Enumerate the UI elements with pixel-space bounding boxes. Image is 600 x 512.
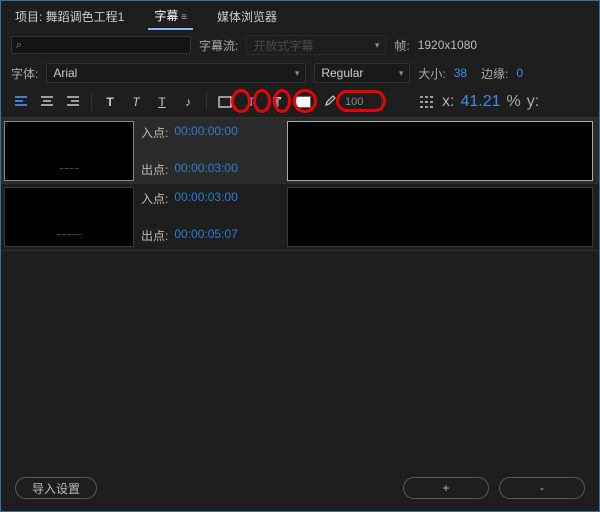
row-stream: ⌕ 字幕流: 开放式字幕 ▾ 帧: 1920x1080 bbox=[1, 31, 599, 59]
stream-label: 字幕流: bbox=[199, 37, 238, 54]
caption-times: 入点: 00:00:00:00 出点: 00:00:03:00 bbox=[137, 118, 287, 184]
separator bbox=[91, 93, 92, 111]
underline-button[interactable]: T bbox=[152, 92, 172, 112]
in-timecode[interactable]: 00:00:03:00 bbox=[174, 190, 237, 207]
chevron-down-icon: ▾ bbox=[399, 68, 404, 79]
eyedropper-button[interactable] bbox=[319, 92, 339, 112]
in-label: 入点: bbox=[141, 124, 168, 141]
separator bbox=[381, 93, 382, 111]
edge-label: 边缘: bbox=[481, 65, 508, 82]
separator bbox=[206, 93, 207, 111]
align-left-button[interactable] bbox=[11, 92, 31, 112]
remove-caption-button[interactable]: - bbox=[499, 477, 585, 499]
import-settings-button[interactable]: 导入设置 bbox=[15, 477, 97, 499]
stream-value: 开放式字幕 bbox=[253, 37, 313, 54]
alignment-grid-button[interactable] bbox=[416, 92, 436, 112]
x-value[interactable]: 41.21 bbox=[460, 93, 500, 111]
align-center-button[interactable] bbox=[37, 92, 57, 112]
add-caption-button[interactable]: + bbox=[403, 477, 489, 499]
pct-label: % bbox=[507, 93, 521, 111]
caption-toolbar: T T T ♪ T T 100 x: 41.21 % y: bbox=[1, 87, 599, 117]
font-family-value: Arial bbox=[53, 66, 77, 80]
caption-row[interactable]: — — — — 入点: 00:00:00:00 出点: 00:00:03:00 bbox=[1, 118, 599, 184]
search-icon: ⌕ bbox=[16, 39, 22, 52]
footer-bar: 导入设置 + - bbox=[1, 477, 599, 499]
font-style-value: Regular bbox=[321, 66, 363, 80]
out-timecode[interactable]: 00:00:05:07 bbox=[174, 227, 237, 244]
caption-list: — — — — 入点: 00:00:00:00 出点: 00:00:03:00 — … bbox=[1, 117, 599, 251]
music-note-button[interactable]: ♪ bbox=[178, 92, 198, 112]
size-value[interactable]: 38 bbox=[454, 66, 467, 80]
caption-text-preview[interactable] bbox=[287, 187, 593, 247]
size-label: 大小: bbox=[418, 65, 445, 82]
in-label: 入点: bbox=[141, 190, 168, 207]
caption-thumbnail[interactable]: — — — — bbox=[4, 121, 134, 181]
x-label: x: bbox=[442, 93, 454, 111]
tab-project[interactable]: 项目: 舞蹈调色工程1 bbox=[9, 4, 130, 29]
caption-row[interactable]: — — — — — 入点: 00:00:03:00 出点: 00:00:05:07 bbox=[1, 184, 599, 250]
frame-value: 1920x1080 bbox=[418, 38, 477, 52]
panel-tabs: 项目: 舞蹈调色工程1 字幕 媒体浏览器 bbox=[1, 1, 599, 31]
tab-media-browser[interactable]: 媒体浏览器 bbox=[211, 4, 283, 29]
caption-times: 入点: 00:00:03:00 出点: 00:00:05:07 bbox=[137, 184, 287, 250]
y-label: y: bbox=[527, 93, 539, 111]
caption-text-preview[interactable] bbox=[287, 121, 593, 181]
in-timecode[interactable]: 00:00:00:00 bbox=[174, 124, 237, 141]
bg-box-button[interactable] bbox=[215, 92, 235, 112]
tab-captions[interactable]: 字幕 bbox=[148, 3, 193, 30]
color-swatch-button[interactable] bbox=[293, 92, 313, 112]
text-outline-button[interactable]: T bbox=[267, 92, 287, 112]
stream-dropdown[interactable]: 开放式字幕 ▾ bbox=[246, 35, 386, 55]
color-swatch bbox=[295, 96, 311, 108]
bold-button[interactable]: T bbox=[100, 92, 120, 112]
out-label: 出点: bbox=[141, 161, 168, 178]
edge-value[interactable]: 0 bbox=[516, 66, 523, 80]
search-input[interactable]: ⌕ bbox=[11, 36, 191, 54]
font-label: 字体: bbox=[11, 65, 38, 82]
out-label: 出点: bbox=[141, 227, 168, 244]
text-fill-button[interactable]: T bbox=[241, 92, 261, 112]
opacity-value[interactable]: 100 bbox=[345, 96, 373, 108]
font-style-dropdown[interactable]: Regular ▾ bbox=[314, 63, 410, 83]
chevron-down-icon: ▾ bbox=[375, 40, 380, 51]
out-timecode[interactable]: 00:00:03:00 bbox=[174, 161, 237, 178]
font-family-dropdown[interactable]: Arial ▾ bbox=[46, 63, 306, 83]
row-font: 字体: Arial ▾ Regular ▾ 大小: 38 边缘: 0 bbox=[1, 59, 599, 87]
italic-button[interactable]: T bbox=[126, 92, 146, 112]
align-right-button[interactable] bbox=[63, 92, 83, 112]
caption-thumbnail[interactable]: — — — — — bbox=[4, 187, 134, 247]
frame-label: 帧: bbox=[394, 37, 409, 54]
chevron-down-icon: ▾ bbox=[295, 68, 300, 79]
